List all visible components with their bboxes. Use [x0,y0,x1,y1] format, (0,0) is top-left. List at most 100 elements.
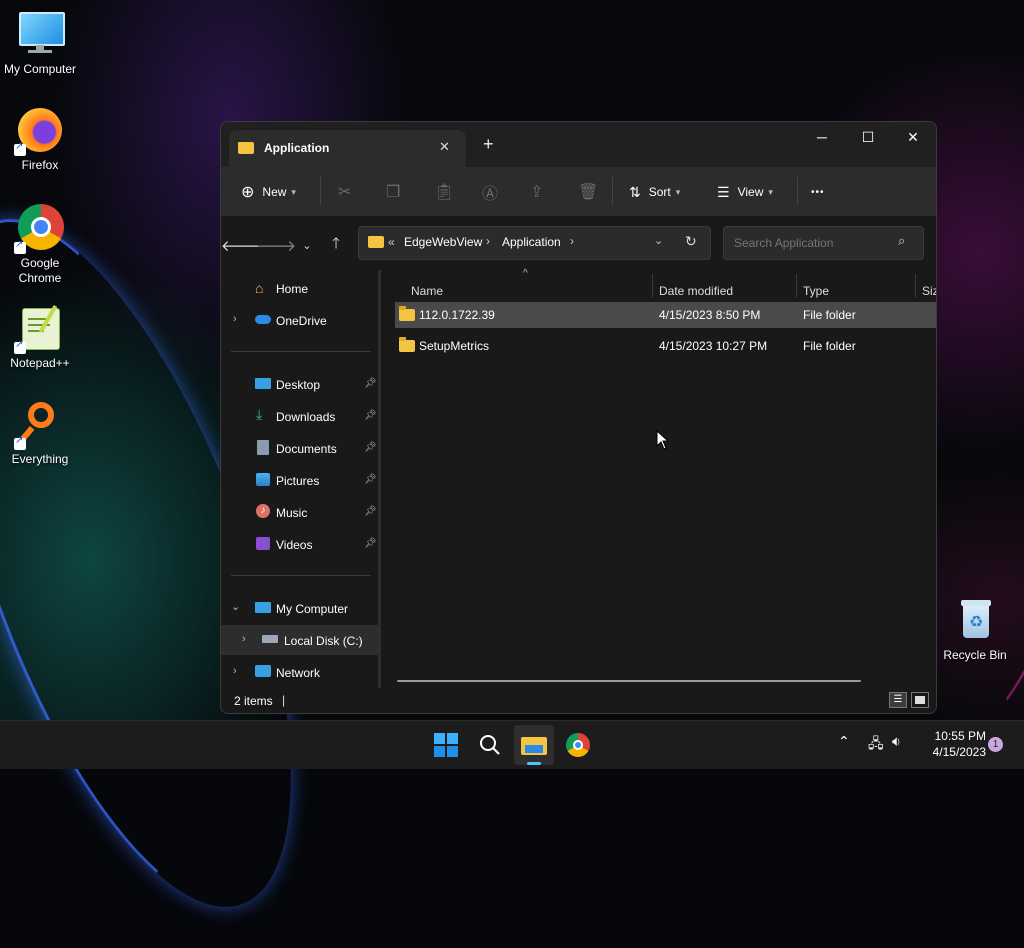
delete-button[interactable]: 🗑︎ [578,176,598,208]
share-icon: ⇪ [530,184,544,201]
up-button[interactable]: 🡑 [324,233,348,257]
sidebar-item-local-disk[interactable]: › Local Disk (C:) [221,625,378,655]
clock[interactable]: 10:55 PM 4/15/2023 [918,728,986,760]
address-bar[interactable]: « EdgeWebView › Application › ⌄ ↻ [358,226,711,260]
file-explorer-window[interactable]: Application ✕ + ─ ☐ ✕ ⊕ New ▾ ✂ ❐ 📋︎ Ⓐ ⇪… [220,121,937,714]
tiles-view-button[interactable] [911,692,929,708]
network-tray-icon[interactable]: 🖧︎ [868,733,884,757]
picture-icon [256,473,270,486]
sort-label: Sort [648,185,671,199]
address-history-chevron-icon[interactable]: ⌄ [654,234,663,247]
chevron-right-icon[interactable]: › [233,665,237,677]
search-button[interactable] [470,725,510,765]
pin-icon[interactable]: 📌︎ [364,538,377,549]
sidebar-item-home[interactable]: ⌂ Home [221,273,378,303]
desktop-icon-recycle-bin[interactable]: ♻ Recycle Bin [935,596,1015,663]
new-button[interactable]: ⊕ New ▾ [241,176,296,208]
status-bar: 2 items | ☰ [221,688,936,713]
desktop-icon-my-computer[interactable]: My Computer [0,10,80,77]
sidebar-item-desktop[interactable]: Desktop 📌︎ [221,369,378,399]
column-separator[interactable] [796,274,797,298]
new-tab-button[interactable]: + [483,135,494,153]
folder-icon [399,337,415,352]
drive-icon [262,635,278,643]
chevron-down-icon[interactable]: ⌄ [231,600,240,613]
desktop-icon-firefox[interactable]: Firefox [0,106,80,173]
copy-button[interactable]: ❐ [386,176,400,208]
desktop-icon-google-chrome[interactable]: Google Chrome [0,204,80,286]
search-icon[interactable]: ⌕ [898,233,905,249]
sidebar-item-videos[interactable]: Videos 📌︎ [221,529,378,559]
pin-icon[interactable]: 📌︎ [364,410,377,421]
minimize-button[interactable]: ─ [799,122,845,152]
maximize-button[interactable]: ☐ [845,122,891,152]
toolbar-divider [797,177,798,205]
file-list: ^ Name Date modified Type Siz 112.0.1722… [381,268,936,688]
more-options-button[interactable]: ••• [811,176,825,208]
breadcrumb-edgewebview[interactable]: EdgeWebView [404,235,482,249]
video-icon [256,537,270,550]
column-header-size[interactable]: Siz [922,278,936,304]
sidebar-item-documents[interactable]: Documents 📌︎ [221,433,378,463]
column-header-name[interactable]: Name [411,278,443,304]
refresh-icon[interactable]: ↻ [685,233,697,250]
breadcrumb-separator[interactable]: › [570,234,574,248]
volume-icon[interactable]: 🔉︎ [892,733,901,750]
chevron-right-icon[interactable]: › [233,313,237,325]
file-explorer-taskbar-button[interactable] [514,725,554,765]
sidebar-item-onedrive[interactable]: › OneDrive [221,305,378,335]
column-separator[interactable] [652,274,653,298]
horizontal-scrollbar[interactable] [397,680,861,682]
forward-button[interactable]: 🡒 [256,233,296,257]
recent-locations-button[interactable]: ⌄ [295,233,319,257]
item-count: 2 items [234,694,273,708]
back-button[interactable]: 🡐 [221,233,261,257]
cloud-icon [255,315,271,324]
breadcrumb-application[interactable]: Application [502,235,561,249]
file-row[interactable]: 112.0.1722.39 4/15/2023 8:50 PM File fol… [395,302,936,328]
paste-button[interactable]: 📋︎ [434,176,454,208]
navigation-pane: ⌂ Home › OneDrive Desktop 📌︎ ⤓ Downloads… [221,270,378,688]
show-hidden-icons-chevron-icon[interactable]: ⌃ [838,733,850,750]
folder-icon [368,236,384,248]
search-box[interactable]: ⌕ [723,226,924,260]
scissors-icon: ✂ [338,184,352,201]
sidebar-item-downloads[interactable]: ⤓ Downloads 📌︎ [221,401,378,431]
tab-close-icon[interactable]: ✕ [439,139,450,155]
column-separator[interactable] [915,274,916,298]
title-bar[interactable]: Application ✕ + ─ ☐ ✕ [221,122,936,167]
sidebar-item-label: Downloads [276,410,336,424]
notification-badge[interactable]: 1 [988,737,1003,752]
chrome-taskbar-button[interactable] [558,725,598,765]
share-button[interactable]: ⇪ [530,176,543,208]
file-row[interactable]: SetupMetrics 4/15/2023 10:27 PM File fol… [395,333,936,359]
desktop-icon-notepad-plus-plus[interactable]: Notepad++ [0,304,80,371]
rename-button[interactable]: Ⓐ [482,176,498,208]
desktop-icon-label: Notepad++ [10,356,70,370]
tiles-view-icon [915,696,925,704]
cut-button[interactable]: ✂ [338,176,351,208]
view-button[interactable]: ☰ View ▾ [717,176,773,208]
search-input[interactable] [732,233,896,253]
close-button[interactable]: ✕ [890,122,936,152]
column-header-date-modified[interactable]: Date modified [659,278,733,304]
sort-button[interactable]: ⇅ Sort ▾ [629,176,680,208]
desktop-icon [255,378,271,389]
breadcrumb-overflow[interactable]: « [388,235,395,249]
sidebar-item-network[interactable]: › Network [221,657,378,687]
pin-icon[interactable]: 📌︎ [364,506,377,517]
sidebar-item-pictures[interactable]: Pictures 📌︎ [221,465,378,495]
start-button[interactable] [426,725,466,765]
pin-icon[interactable]: 📌︎ [364,378,377,389]
details-view-button[interactable]: ☰ [889,692,907,708]
chevron-right-icon[interactable]: › [242,633,246,645]
desktop-icon-everything[interactable]: Everything [0,400,80,467]
pin-icon[interactable]: 📌︎ [364,442,377,453]
tab-application[interactable]: Application ✕ [229,130,466,167]
sidebar-item-my-computer[interactable]: ⌄ My Computer [221,593,378,623]
clipboard-icon: 📋︎ [434,184,455,201]
pin-icon[interactable]: 📌︎ [364,474,377,485]
sidebar-item-music[interactable]: ♪ Music 📌︎ [221,497,378,527]
column-header-type[interactable]: Type [803,278,829,304]
breadcrumb-separator[interactable]: › [486,234,490,248]
